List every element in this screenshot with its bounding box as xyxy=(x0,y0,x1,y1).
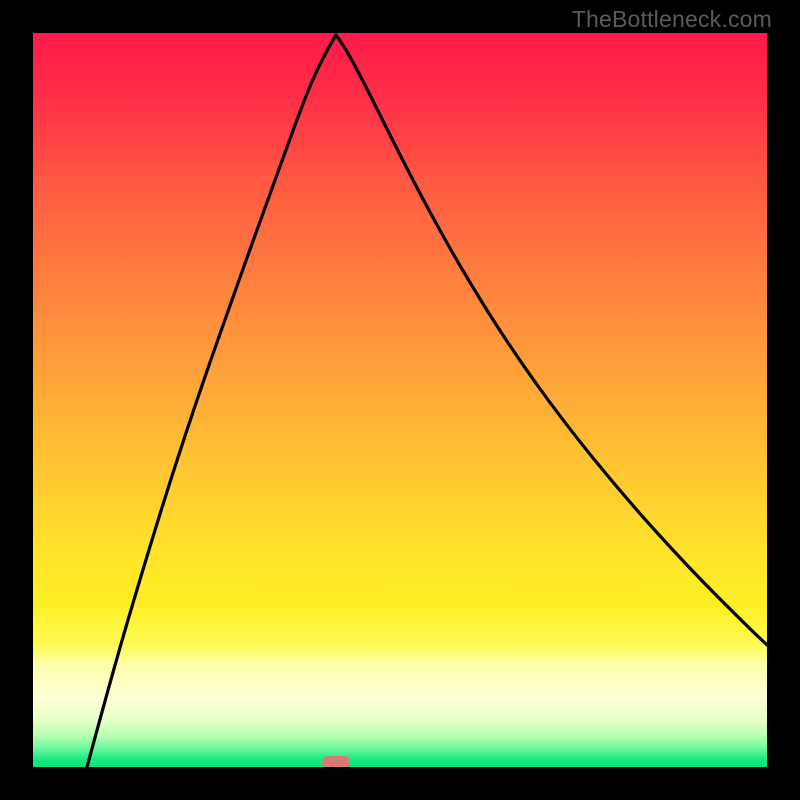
outer-frame: TheBottleneck.com xyxy=(0,0,800,800)
watermark-text: TheBottleneck.com xyxy=(572,6,772,33)
bottleneck-curve xyxy=(33,33,767,767)
plot-area xyxy=(33,33,767,767)
bottleneck-marker xyxy=(322,756,350,767)
